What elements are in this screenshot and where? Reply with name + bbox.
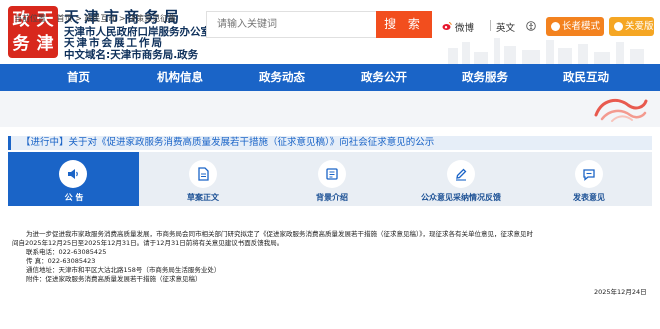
elder-mode-button[interactable]: 长者模式 <box>546 17 604 36</box>
header-divider <box>490 20 491 31</box>
care-mode-icon <box>614 22 623 31</box>
site-header: 政 天 务 津 天津市商务局 天津市人民政府口岸服务办公室 天津市会展工作局 中… <box>0 0 660 64</box>
tab-label: 草案正文 <box>187 193 219 202</box>
notice-paragraph-line: 间自2025年12月25日至2025年12月31日。请于12月31日前将有关意见… <box>12 239 284 247</box>
tab-label: 发表意见 <box>573 193 605 202</box>
tab-label: 公 告 <box>64 193 84 202</box>
tab-circle <box>447 160 475 188</box>
tab-draft-text[interactable]: 草案正文 <box>139 152 267 206</box>
breadcrumb: 当前位置： 首页 > 政民互动 > 决策意见征集 <box>14 13 176 24</box>
breadcrumb-separator: > <box>75 14 82 23</box>
search-button[interactable]: 搜 索 <box>376 11 432 38</box>
elder-mode-label: 长者模式 <box>562 21 601 32</box>
tab-announcement[interactable]: 公 告 <box>8 152 139 206</box>
nav-item-home[interactable]: 首页 <box>67 64 90 91</box>
tab-feedback[interactable]: 公众意见采纳情况反馈 <box>397 152 525 206</box>
search-input[interactable] <box>206 11 376 38</box>
breadcrumb-opinion-collection[interactable]: 决策意见征集 <box>128 14 176 23</box>
breadcrumb-home[interactable]: 首页 <box>57 14 73 23</box>
elder-mode-icon <box>551 22 560 31</box>
weibo-link[interactable]: 微博 <box>455 20 474 34</box>
tab-circle <box>575 160 603 188</box>
main-nav: 首页 机构信息 政务动态 政务公开 政务服务 政民互动 <box>0 64 660 91</box>
accessibility-icon[interactable] <box>526 21 536 31</box>
breadcrumb-separator: > <box>118 14 126 23</box>
decorative-swirl-graphic <box>594 98 648 122</box>
document-icon <box>198 167 209 181</box>
contact-phone: 联系电话：022-63085425 <box>26 248 107 256</box>
publish-date: 2025年12月24日 <box>594 288 647 296</box>
notice-tabs: 公 告 草案正文 背景介绍 公众意见采纳情况反馈 发表意见 <box>8 152 652 206</box>
english-version-link[interactable]: 英文 <box>496 20 515 34</box>
tab-label: 公众意见采纳情况反馈 <box>421 193 501 202</box>
tab-label: 背景介绍 <box>316 193 348 202</box>
fax-number: 传 真：022-63085423 <box>26 257 96 265</box>
nav-item-public-interaction[interactable]: 政民互动 <box>563 64 609 91</box>
city-skyline-decoration <box>448 38 644 64</box>
seal-char: 务 <box>12 34 30 54</box>
weibo-icon[interactable] <box>442 21 452 31</box>
notice-content: 为进一步促进我市家政服务消费高质量发展，市商务局会同市相关部门研究拟定了《促进家… <box>8 206 652 329</box>
notice-title-bar: 【进行中】关于对《促进家政服务消费高质量发展若干措施（征求意见稿）》向社会征求意… <box>8 136 652 150</box>
tab-submit-opinion[interactable]: 发表意见 <box>525 152 652 206</box>
nav-item-government-news[interactable]: 政务动态 <box>259 64 305 91</box>
background-info-icon <box>326 168 338 180</box>
notice-paragraph-line: 为进一步促进我市家政服务消费高质量发展，市商务局会同市相关部门研究拟定了《促进家… <box>26 230 533 238</box>
care-mode-label: 关爱版 <box>625 21 654 32</box>
site-domain-name: 中文域名:天津市商务局.政务 <box>64 49 199 61</box>
breadcrumb-band <box>0 91 660 127</box>
comment-icon <box>583 169 595 181</box>
tab-background[interactable]: 背景介绍 <box>267 152 397 206</box>
tab-circle <box>59 160 87 188</box>
breadcrumb-prefix: 当前位置： <box>14 14 54 23</box>
nav-item-organization[interactable]: 机构信息 <box>157 64 203 91</box>
speaker-icon <box>68 169 78 179</box>
care-mode-button[interactable]: 关爱版 <box>609 17 654 36</box>
page: 政 天 务 津 天津市商务局 天津市人民政府口岸服务办公室 天津市会展工作局 中… <box>0 0 660 329</box>
tab-circle <box>189 160 217 188</box>
breadcrumb-interaction[interactable]: 政民互动 <box>84 14 116 23</box>
seal-char: 津 <box>36 34 54 54</box>
mailing-address: 通信地址：天津市和平区大沽北路158号（市商务局生活服务业处） <box>26 266 221 274</box>
tab-circle <box>318 160 346 188</box>
nav-item-government-disclosure[interactable]: 政务公开 <box>361 64 407 91</box>
notice-title: 【进行中】关于对《促进家政服务消费高质量发展若干措施（征求意见稿）》向社会征求意… <box>21 137 435 148</box>
nav-item-government-services[interactable]: 政务服务 <box>462 64 508 91</box>
edit-pencil-icon <box>456 168 467 181</box>
attachment-link[interactable]: 附件：促进家政服务消费高质量发展若干措施（征求意见稿） <box>26 275 202 284</box>
